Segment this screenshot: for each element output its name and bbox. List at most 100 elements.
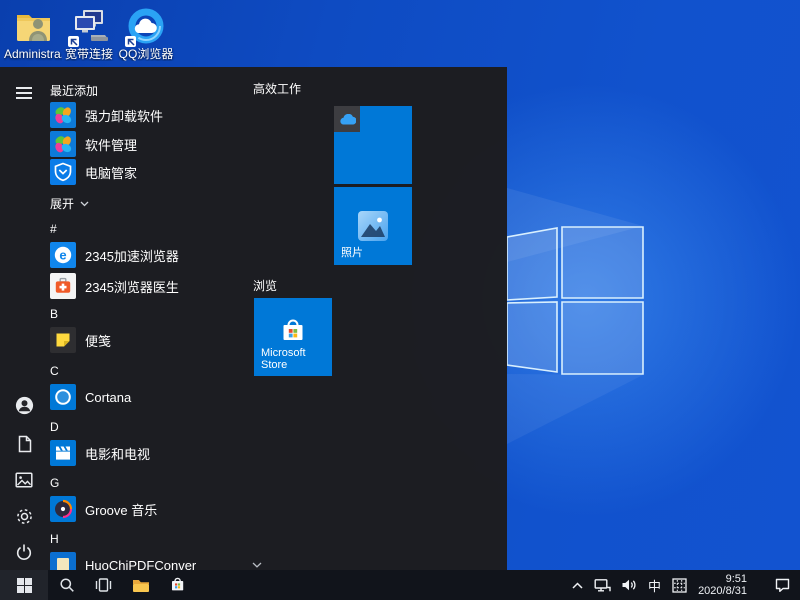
shield-app-icon [50, 159, 76, 185]
tile-photos[interactable]: 照片 [334, 187, 412, 265]
start-button[interactable] [0, 570, 48, 600]
photos-icon [357, 210, 389, 242]
start-menu-app-list: 最近添加 强力卸载软件 软件管理 电脑管家 展开 # e 2345加速浏览器 2… [48, 67, 262, 578]
tile-label: 照片 [341, 247, 363, 259]
chevron-down-icon [80, 201, 89, 207]
action-center-icon [775, 578, 790, 592]
task-view-icon [95, 578, 112, 592]
desktop-icon-qq-browser[interactable]: QQ浏览器 [117, 5, 175, 61]
desktop-icon-label: Administra... [4, 48, 62, 61]
task-view-button[interactable] [85, 570, 122, 600]
shortcut-arrow-icon [68, 36, 79, 47]
section-letter[interactable]: B [50, 307, 58, 321]
gear-icon [16, 508, 32, 524]
app-item-groove-music[interactable]: Groove 音乐 [50, 496, 238, 522]
section-letter[interactable]: G [50, 476, 59, 490]
onedrive-cloud-icon [339, 113, 356, 125]
network-icon [594, 578, 611, 591]
section-letter[interactable]: # [50, 222, 57, 236]
section-letter[interactable]: H [50, 532, 59, 546]
document-icon [18, 435, 31, 453]
app-label: 电影和电视 [85, 446, 151, 462]
taskbar-clock[interactable]: 9:51 2020/8/31 [692, 573, 753, 597]
clock-date: 2020/8/31 [698, 585, 747, 597]
app-label: 强力卸载软件 [85, 108, 164, 124]
desktop-icon-broadband[interactable]: 宽带连接 [60, 5, 118, 61]
app-item-qiangli-uninstall[interactable]: 强力卸载软件 [50, 102, 238, 128]
search-icon [59, 578, 74, 592]
start-menu-rail [0, 67, 48, 570]
desktop-icon-label: QQ浏览器 [118, 48, 174, 61]
section-letter[interactable]: D [50, 420, 59, 434]
search-button[interactable] [48, 570, 85, 600]
section-letter[interactable]: C [50, 364, 59, 378]
power-button[interactable] [0, 536, 48, 568]
user-icon [15, 396, 33, 414]
tile-group-header[interactable]: 高效工作 [253, 80, 301, 97]
hidden-icons-button[interactable] [566, 570, 589, 600]
svg-text:e: e [59, 247, 66, 262]
taskbar: 中 9:51 2020/8/31 [0, 570, 800, 600]
power-icon [16, 544, 32, 560]
pinwheel-app-icon [50, 102, 76, 128]
tile-label: Microsoft Store [261, 347, 306, 371]
groove-music-app-icon [50, 496, 76, 522]
menu-hamburger-button[interactable] [0, 77, 48, 109]
expand-button[interactable]: 展开 [50, 195, 89, 212]
app-label: Groove 音乐 [85, 502, 158, 518]
ime-language-indicator[interactable]: 中 [642, 570, 667, 600]
app-label: 电脑管家 [85, 165, 138, 181]
app-item-2345-browser[interactable]: e 2345加速浏览器 [50, 242, 238, 268]
app-item-2345-doctor[interactable]: 2345浏览器医生 [50, 273, 238, 299]
chevron-up-icon [572, 581, 583, 589]
desktop-icon-administrator[interactable]: Administra... [4, 5, 62, 61]
movies-tv-app-icon [50, 440, 76, 466]
user-account-button[interactable] [0, 389, 48, 421]
first-aid-app-icon [50, 273, 76, 299]
store-bag-icon [277, 317, 309, 347]
documents-button[interactable] [0, 428, 48, 460]
shortcut-arrow-icon [125, 36, 136, 47]
app-item-pc-manager[interactable]: 电脑管家 [50, 159, 238, 185]
file-explorer-icon [132, 579, 149, 592]
speaker-icon [622, 579, 636, 591]
browser-e-app-icon: e [50, 242, 76, 268]
desktop-icon-label: 宽带连接 [64, 48, 113, 61]
app-label: 便笺 [85, 333, 112, 349]
tile-onedrive[interactable] [334, 106, 360, 132]
app-label: Cortana [85, 389, 132, 405]
expand-label: 展开 [50, 197, 75, 211]
user-folder-icon [4, 5, 62, 47]
pinwheel-app-icon [50, 131, 76, 157]
app-item-movies-tv[interactable]: 电影和电视 [50, 440, 238, 466]
file-explorer-button[interactable] [122, 570, 159, 600]
pictures-icon [15, 472, 33, 488]
qq-browser-icon [117, 5, 175, 47]
start-menu-tiles: 高效工作 照片 浏览 Microsoft Store [253, 67, 507, 570]
app-label: 2345加速浏览器 [85, 248, 179, 264]
ime-mode-button[interactable] [667, 570, 692, 600]
app-label: 软件管理 [85, 137, 138, 153]
store-taskbar-button[interactable] [159, 570, 196, 600]
clock-time: 9:51 [725, 573, 747, 585]
hamburger-icon [16, 84, 32, 102]
app-item-software-manager[interactable]: 软件管理 [50, 131, 238, 157]
windows-logo-icon [16, 577, 32, 593]
tile-microsoft-store[interactable]: Microsoft Store [254, 298, 332, 376]
volume-button[interactable] [616, 570, 642, 600]
network-button[interactable] [589, 570, 616, 600]
settings-button[interactable] [0, 500, 48, 532]
ime-grid-icon [672, 577, 687, 593]
sticky-note-app-icon [50, 327, 76, 353]
tile-group-header[interactable]: 浏览 [253, 277, 277, 294]
app-item-sticky-notes[interactable]: 便笺 [50, 327, 238, 353]
pictures-button[interactable] [0, 464, 48, 496]
start-menu: 最近添加 强力卸载软件 软件管理 电脑管家 展开 # e 2345加速浏览器 2… [0, 67, 507, 578]
recently-added-header: 最近添加 [50, 84, 99, 98]
system-tray: 中 9:51 2020/8/31 [566, 570, 800, 600]
app-item-cortana[interactable]: Cortana [50, 384, 238, 410]
cortana-app-icon [50, 384, 76, 410]
broadband-connection-icon [60, 5, 118, 47]
store-bag-icon [172, 577, 184, 590]
action-center-button[interactable] [765, 570, 800, 600]
